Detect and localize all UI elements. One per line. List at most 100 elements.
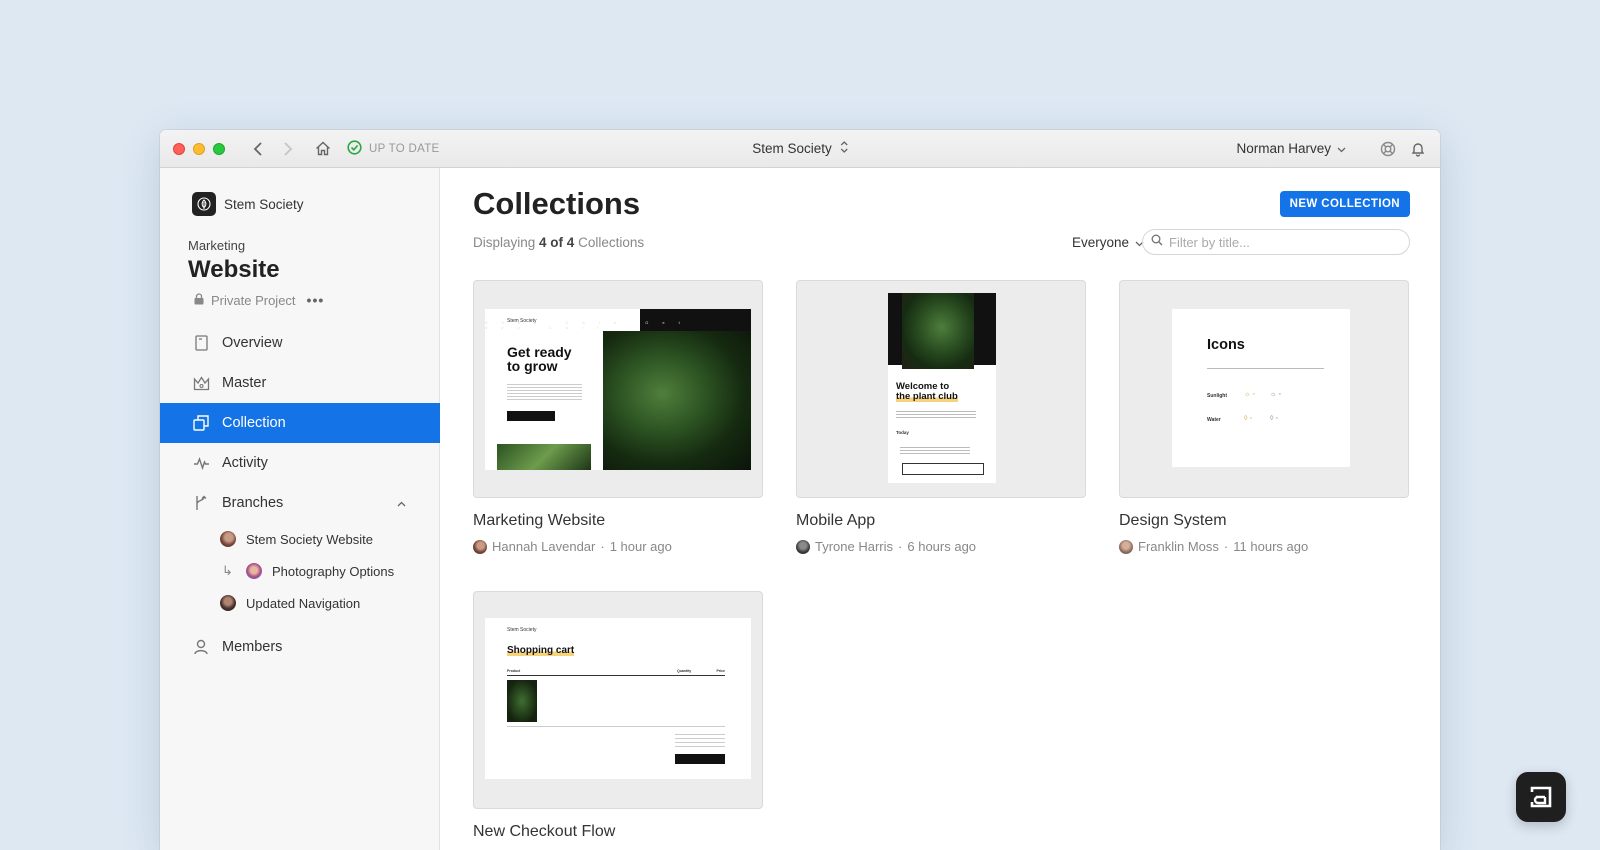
collection-thumbnail[interactable]: Stem Society Shop Care Get app Cart Get …: [473, 280, 763, 498]
minimize-window-button[interactable]: [193, 142, 205, 155]
thumb-divider: [1207, 368, 1324, 369]
home-icon[interactable]: [313, 139, 333, 159]
chevron-up-icon[interactable]: [397, 495, 406, 511]
sidebar-item-label: Activity: [222, 455, 268, 471]
help-lifebuoy-icon[interactable]: [1378, 139, 1398, 159]
thumbnail-preview: Welcome to the plant club Today: [888, 293, 996, 483]
person-icon: [192, 638, 210, 656]
branch-item[interactable]: Stem Society Website: [220, 523, 440, 555]
thumb-product-image: [507, 680, 537, 722]
activity-icon: [192, 454, 210, 472]
card-author: Franklin Moss: [1138, 539, 1219, 554]
abstract-logo-icon: [1530, 786, 1552, 808]
privacy-label: Private Project: [211, 292, 296, 308]
thumbnail-preview: Stem Society Shop Care Get app Cart Get …: [485, 309, 751, 470]
collection-card[interactable]: Icons Sunlight Water ☼ ◦ ☼ ◦ ◊ ◦ ◊ ◦ Des…: [1119, 280, 1409, 554]
card-meta: Hannah Lavendar · 1 hour ago: [473, 539, 763, 554]
sidebar-item-branches[interactable]: Branches: [160, 483, 440, 523]
user-name: Norman Harvey: [1236, 141, 1331, 156]
project-more-button[interactable]: •••: [307, 292, 325, 308]
collection-thumbnail[interactable]: Icons Sunlight Water ☼ ◦ ☼ ◦ ◊ ◦ ◊ ◦: [1119, 280, 1409, 498]
branch-label: Photography Options: [272, 563, 395, 579]
sync-status: UP TO DATE: [347, 139, 440, 158]
thumb-paragraph: [507, 382, 582, 402]
drop-outline-icon: ◊ ◦: [1270, 415, 1278, 422]
branch-list: Stem Society Website ↳ Photography Optio…: [160, 523, 440, 619]
collection-icon: [192, 414, 210, 432]
close-window-button[interactable]: [173, 142, 185, 155]
crown-icon: [192, 374, 210, 392]
thumbnail-preview: Stem Society Shopping cart Product Quant…: [485, 618, 751, 779]
sidebar-nav: Overview Master Collection Activity Bran…: [160, 323, 440, 667]
branch-item[interactable]: ↳ Photography Options: [220, 555, 440, 587]
card-author: Tyrone Harris: [815, 539, 894, 554]
user-menu[interactable]: Norman Harvey: [1236, 141, 1346, 156]
collection-card[interactable]: Stem Society Shopping cart Product Quant…: [473, 591, 763, 841]
thumb-paragraph: [900, 445, 970, 455]
collection-thumbnail[interactable]: Welcome to the plant club Today: [796, 280, 1086, 498]
sidebar-item-activity[interactable]: Activity: [160, 443, 440, 483]
thumb-heading: Shopping cart: [507, 645, 575, 656]
forward-arrow-icon[interactable]: [279, 140, 297, 158]
branch-item[interactable]: Updated Navigation: [220, 587, 440, 619]
new-collection-button[interactable]: NEW COLLECTION: [1279, 191, 1410, 217]
back-arrow-icon[interactable]: [249, 140, 267, 158]
thumb-col-quantity: Quantity: [677, 669, 692, 673]
sidebar-item-collection[interactable]: Collection: [160, 403, 440, 443]
card-time: 1 hour ago: [609, 539, 672, 554]
card-title[interactable]: New Checkout Flow: [473, 823, 763, 841]
sidebar: Stem Society Marketing Website Private P…: [160, 168, 440, 850]
app-window: UP TO DATE Stem Society Norman Harvey St…: [160, 130, 1440, 850]
count-value: 4 of 4: [539, 235, 575, 250]
owner-filter-dropdown[interactable]: Everyone: [1072, 235, 1144, 250]
card-title[interactable]: Marketing Website: [473, 512, 763, 530]
app-logo-badge[interactable]: [1516, 772, 1566, 822]
avatar: [246, 563, 262, 579]
sun-outline-icon: ☼ ◦: [1270, 391, 1281, 398]
sidebar-item-label: Members: [222, 639, 283, 655]
sidebar-item-members[interactable]: Members: [160, 627, 440, 667]
card-title[interactable]: Design System: [1119, 512, 1409, 530]
zoom-window-button[interactable]: [213, 142, 225, 155]
thumb-today-label: Today: [896, 430, 909, 435]
avatar: [220, 531, 236, 547]
avatar: [220, 595, 236, 611]
bell-icon[interactable]: [1408, 139, 1428, 159]
sidebar-item-master[interactable]: Master: [160, 363, 440, 403]
thumb-heading: Welcome to the plant club: [896, 382, 958, 402]
collection-thumbnail[interactable]: Stem Society Shopping cart Product Quant…: [473, 591, 763, 809]
card-time: 11 hours ago: [1233, 539, 1309, 554]
thumb-col-price: Price: [716, 669, 725, 673]
collection-card[interactable]: Welcome to the plant club Today Mobile Ap…: [796, 280, 1086, 554]
card-author: Hannah Lavendar: [492, 539, 596, 554]
thumb-checkout-button: [675, 754, 725, 764]
sun-icon: ☼ ◦: [1244, 391, 1255, 398]
thumb-row-label: Water: [1207, 417, 1221, 423]
main-content: Collections NEW COLLECTION Displaying 4 …: [441, 168, 1440, 850]
thumb-heading: Get ready to grow: [507, 344, 572, 374]
meta-separator: ·: [600, 539, 605, 554]
check-circle-icon: [347, 139, 362, 158]
thumb-cta: [507, 411, 555, 421]
thumb-button: [902, 463, 984, 475]
thumb-totals: [675, 731, 725, 749]
org-switcher[interactable]: Stem Society: [192, 192, 304, 216]
project-switcher[interactable]: Stem Society: [752, 140, 848, 157]
document-icon: [192, 334, 210, 352]
thumb-table-header: Product Quantity Price: [507, 669, 725, 676]
org-name: Stem Society: [224, 196, 304, 212]
card-time: 6 hours ago: [907, 539, 977, 554]
sidebar-item-overview[interactable]: Overview: [160, 323, 440, 363]
collection-card[interactable]: Stem Society Shop Care Get app Cart Get …: [473, 280, 763, 554]
sub-branch-arrow-icon: ↳: [222, 563, 233, 578]
org-logo-icon: [192, 192, 216, 216]
sidebar-item-label: Overview: [222, 335, 283, 351]
project-group-label: Marketing: [188, 238, 246, 253]
chevron-down-icon: [1337, 141, 1346, 156]
thumb-divider: [507, 726, 725, 727]
card-title[interactable]: Mobile App: [796, 512, 1086, 530]
search-input[interactable]: [1169, 234, 1389, 250]
search-icon: [1151, 233, 1163, 251]
titlebar-right: Norman Harvey: [1236, 139, 1428, 159]
count-prefix: Displaying: [473, 235, 536, 250]
